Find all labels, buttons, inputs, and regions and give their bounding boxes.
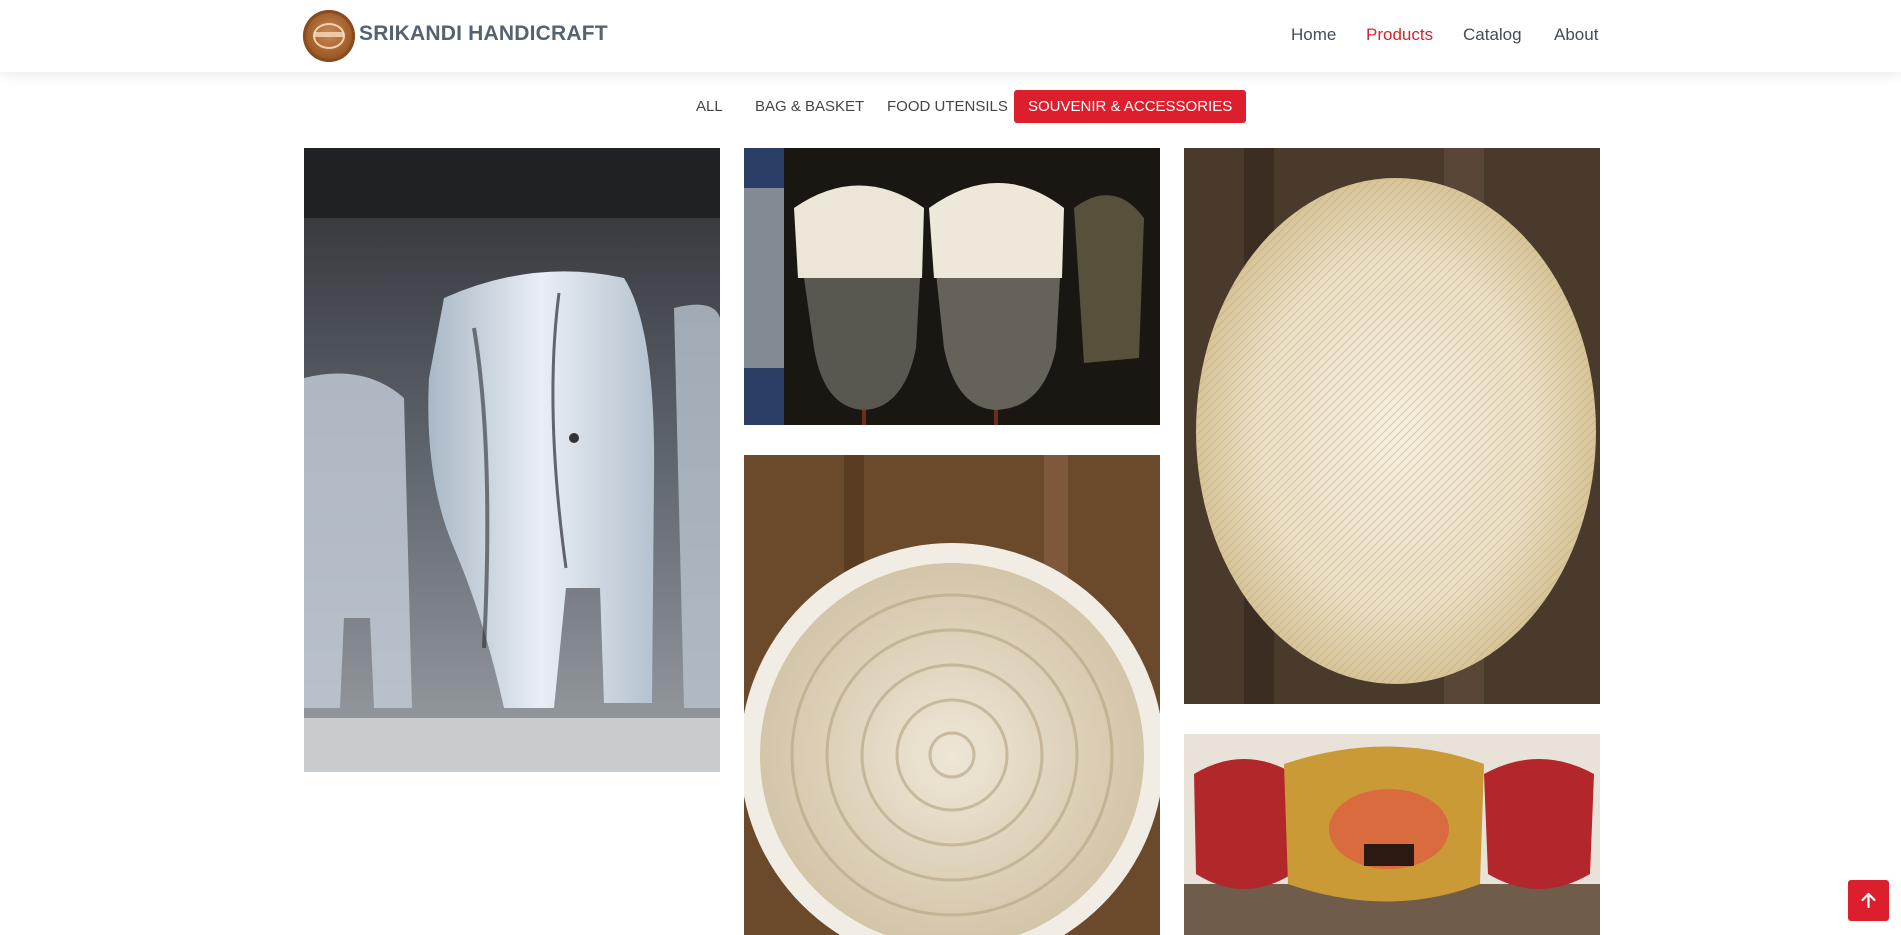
filter-food-utensils[interactable]: FOOD UTENSILS: [873, 90, 1022, 123]
brand-name[interactable]: SRIKANDI HANDICRAFT: [359, 22, 608, 46]
product-image-elephants[interactable]: [304, 148, 720, 772]
filter-souvenir-accessories[interactable]: SOUVENIR & ACCESSORIES: [1014, 90, 1247, 123]
back-to-top-button[interactable]: [1848, 880, 1889, 921]
product-image-barong-masks[interactable]: [1184, 734, 1600, 935]
nav-home[interactable]: Home: [1291, 25, 1336, 45]
site-header: SRIKANDI HANDICRAFT Home Products Catalo…: [0, 0, 1901, 72]
arrow-up-icon: [1861, 892, 1876, 909]
brand-logo-icon[interactable]: [303, 10, 355, 62]
product-image-rattan-placemat[interactable]: [1184, 148, 1600, 704]
product-image-shell-masks[interactable]: [744, 148, 1160, 425]
category-filter-bar: ALL BAG & BASKET FOOD UTENSILS SOUVENIR …: [0, 90, 1901, 123]
product-image-cowrie-placemat[interactable]: [744, 455, 1160, 935]
nav-about[interactable]: About: [1554, 25, 1598, 45]
filter-bag-basket[interactable]: BAG & BASKET: [741, 90, 878, 123]
nav-catalog[interactable]: Catalog: [1463, 25, 1522, 45]
nav-products[interactable]: Products: [1366, 25, 1433, 45]
filter-all[interactable]: ALL: [682, 90, 737, 123]
